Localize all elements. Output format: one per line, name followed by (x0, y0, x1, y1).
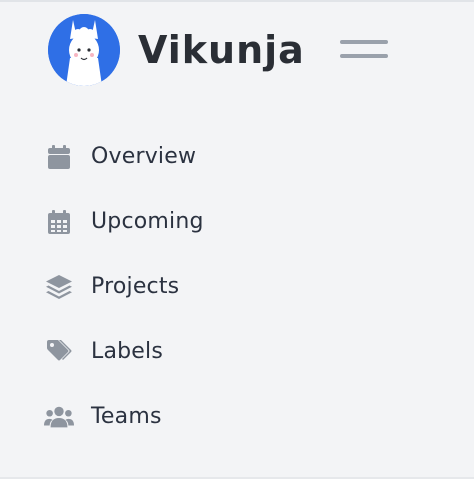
llama-logo-icon (48, 14, 120, 86)
logo[interactable] (48, 14, 120, 86)
calendar-icon (44, 142, 74, 172)
app-name: Vikunja (138, 28, 305, 72)
nav-item-projects[interactable]: Projects (44, 254, 444, 319)
nav-item-labels[interactable]: Labels (44, 319, 444, 384)
top-border (0, 0, 474, 2)
nav-item-teams[interactable]: Teams (44, 384, 444, 449)
users-icon (44, 402, 74, 432)
app-header: Vikunja (48, 14, 305, 86)
nav-item-overview[interactable]: Overview (44, 124, 444, 189)
nav-item-label: Labels (91, 339, 164, 364)
calendar-grid-icon (44, 207, 74, 237)
nav-item-upcoming[interactable]: Upcoming (44, 189, 444, 254)
sidebar-nav: Overview Upcoming Projects Labels Teams (44, 124, 444, 449)
nav-item-label: Upcoming (91, 209, 204, 234)
nav-item-label: Teams (91, 404, 162, 429)
layers-icon (44, 272, 74, 302)
nav-item-label: Overview (91, 144, 197, 169)
tags-icon (44, 337, 74, 367)
nav-item-label: Projects (91, 274, 180, 299)
menu-toggle-button[interactable] (340, 38, 390, 62)
